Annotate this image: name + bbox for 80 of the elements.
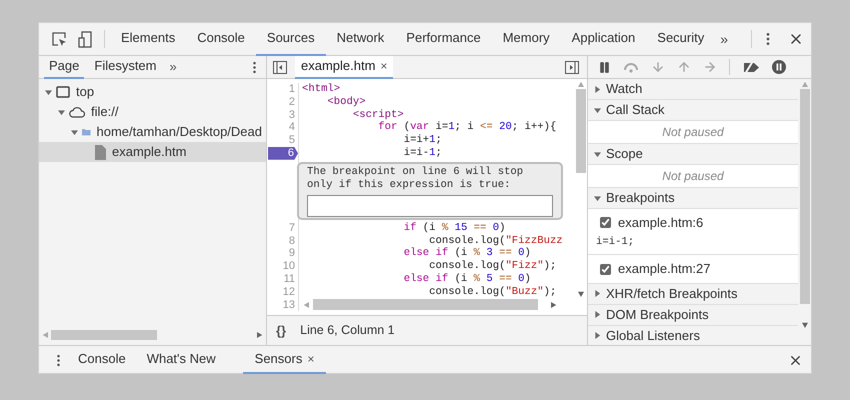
cloud-icon (69, 106, 85, 118)
code-line: i=i+1; (402, 134, 442, 147)
breakpoint-checkbox[interactable] (600, 217, 611, 228)
empty-message: Not paused (662, 168, 724, 185)
drawer-tab[interactable]: Sensors × (242, 346, 326, 374)
breakpoint-checkbox[interactable] (600, 264, 611, 275)
line-number: 2 (288, 96, 295, 109)
caret-icon[interactable] (58, 108, 65, 116)
breakpoint-marker[interactable]: 6 (268, 146, 298, 160)
caret-icon[interactable] (594, 311, 601, 318)
tree-item[interactable]: example.htm (39, 142, 266, 162)
main-tab[interactable]: Network (326, 22, 396, 56)
line-number: 7 (288, 222, 295, 235)
caret-icon[interactable] (594, 150, 601, 158)
breakpoint-code: i=i-1; (595, 234, 636, 250)
breakpoint-label: example.htm:27 (618, 260, 710, 278)
file-icon (95, 144, 106, 160)
cursor-position: Line 6, Column 1 (300, 322, 395, 340)
main-tab[interactable]: Security (646, 22, 716, 56)
caret-icon[interactable] (594, 332, 601, 340)
breakpoint-label: example.htm:6 (618, 214, 704, 232)
scroll-arrow-icon[interactable] (257, 332, 263, 338)
code-line: i=i-1; (402, 146, 442, 160)
line-number: 3 (288, 108, 295, 122)
line-number: 10 (282, 260, 295, 273)
tree-item[interactable]: home/tamhan/Desktop/Dead (39, 122, 266, 142)
condition-message: The breakpoint on line 6 will stop only if this expression is true: (307, 166, 524, 192)
panel-toggle-icon[interactable] (565, 60, 579, 74)
drawer-tab[interactable]: What's New (138, 346, 225, 374)
navigator-tab[interactable]: Filesystem (89, 56, 162, 78)
code-line: for (var i=1; i <= 20; i++){ (377, 121, 556, 134)
main-tab[interactable]: Memory (492, 22, 561, 56)
caret-icon[interactable] (594, 290, 601, 298)
empty-message: Not paused (662, 124, 724, 141)
device-icon[interactable] (78, 30, 92, 48)
code-line: else if (i % 3 == 0) (402, 247, 531, 260)
folder-icon (82, 126, 91, 138)
code-line: <html> (301, 83, 340, 96)
line-number: 4 (288, 121, 295, 134)
line-number: 8 (288, 234, 295, 248)
code-line: else if (i % 5 == 0) (402, 272, 531, 286)
caret-icon[interactable] (71, 128, 78, 136)
more-tabs-button[interactable]: » (170, 57, 177, 77)
pause-icon[interactable] (598, 60, 611, 74)
code-line: console.log("Buzz"); (428, 286, 556, 299)
line-number: 9 (288, 247, 295, 260)
scroll-arrow-icon[interactable] (551, 302, 557, 308)
line-number: 11 (284, 272, 295, 286)
file-tab[interactable]: example.htm × (295, 56, 394, 78)
pause-exceptions-icon[interactable] (772, 60, 786, 74)
code-line: console.log("Fizz"); (428, 260, 556, 273)
code-line: console.log("FizzBuzz (428, 234, 563, 247)
caret-icon[interactable] (594, 106, 601, 114)
panel-toggle-icon[interactable] (273, 60, 287, 74)
main-tab[interactable]: Elements (110, 22, 186, 56)
code-line: <script> (352, 108, 404, 121)
line-number: 1 (288, 83, 295, 96)
line-number: 13 (282, 298, 295, 312)
condition-input-field[interactable] (307, 194, 553, 217)
navigator-tab[interactable]: Page (44, 56, 84, 78)
line-number: 5 (288, 134, 295, 147)
deactivate-breakpoints-icon[interactable] (742, 60, 760, 74)
tree-item[interactable]: file:// (39, 102, 266, 122)
scroll-arrow-icon[interactable] (802, 322, 808, 328)
frame-icon (56, 86, 70, 98)
caret-icon[interactable] (594, 194, 601, 202)
main-tab[interactable]: Performance (395, 22, 492, 56)
pretty-print-button[interactable]: {} (276, 320, 286, 340)
code-line: <body> (326, 96, 366, 109)
code-line: if (i % 15 == 0) (402, 222, 506, 235)
caret-icon[interactable] (45, 88, 52, 96)
main-tab[interactable]: Application (560, 22, 646, 56)
drawer-tab[interactable]: Console (69, 346, 135, 374)
line-number: 12 (282, 286, 295, 299)
inspect-icon[interactable] (52, 32, 67, 46)
caret-icon[interactable] (594, 86, 601, 92)
tree-item[interactable]: top (39, 82, 266, 102)
scroll-arrow-icon[interactable] (578, 291, 584, 297)
main-tab[interactable]: Console (186, 22, 256, 56)
more-tabs-button[interactable]: » (715, 28, 734, 50)
